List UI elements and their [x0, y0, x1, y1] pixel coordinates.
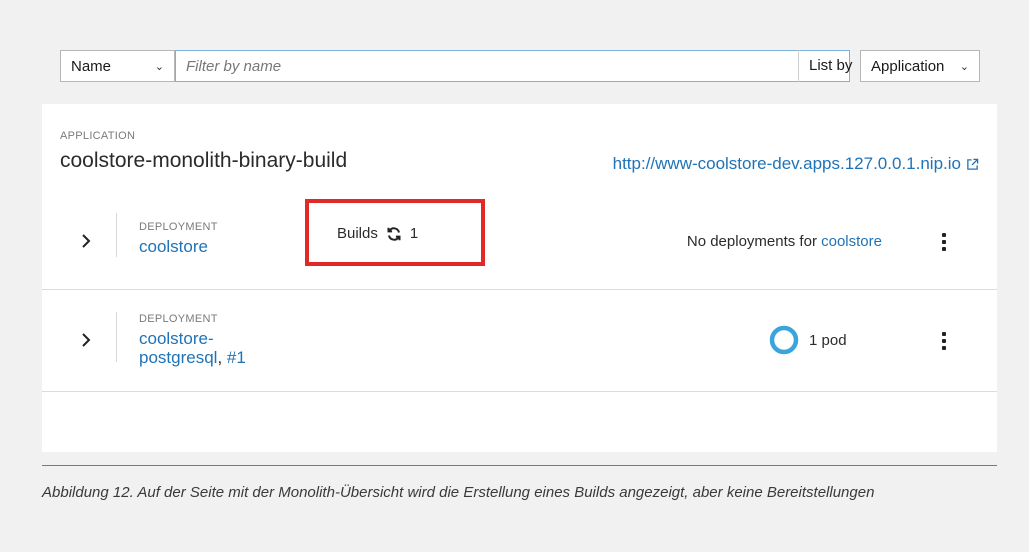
deployment-row-coolstore: DEPLOYMENT coolstore Builds 1 No deploym… — [42, 199, 997, 289]
builds-count: 1 — [409, 225, 419, 242]
external-link-icon — [967, 158, 979, 170]
row-separator — [116, 213, 117, 257]
row-separator — [116, 312, 117, 362]
application-url-text: http://www-coolstore-dev.apps.127.0.0.1.… — [612, 154, 961, 173]
deployment-name-link[interactable]: coolstore — [139, 237, 208, 256]
kebab-icon[interactable] — [941, 233, 947, 251]
pod-donut-icon — [769, 325, 799, 355]
pod-status[interactable]: 1 pod — [769, 325, 847, 355]
sync-icon — [387, 226, 401, 241]
deployment-status: No deployments for coolstore — [687, 233, 882, 250]
builds-indicator[interactable]: Builds 1 — [337, 225, 418, 242]
filter-input[interactable] — [175, 50, 850, 82]
caption-rule — [42, 465, 997, 466]
toolbar-divider — [798, 50, 799, 82]
deployment-name-link[interactable]: coolstore- — [139, 329, 214, 348]
pod-count: 1 pod — [809, 331, 847, 349]
deployment-status-text: No deployments for — [686, 233, 817, 250]
application-kicker: APPLICATION — [60, 130, 136, 142]
deployment-kicker: DEPLOYMENT — [139, 221, 218, 233]
deployment-status-link[interactable]: coolstore — [821, 233, 882, 250]
chevron-down-icon: ⌄ — [959, 60, 969, 73]
list-by-select[interactable]: Application ⌄ — [860, 50, 980, 82]
application-url-link[interactable]: http://www-coolstore-dev.apps.127.0.0.1.… — [613, 154, 979, 174]
chevron-right-icon[interactable] — [78, 332, 94, 348]
chevron-down-icon: ⌄ — [154, 60, 164, 73]
list-by-label: List by — [809, 57, 853, 74]
application-name: coolstore-monolith-binary-build — [60, 149, 348, 172]
deployment-revision-link[interactable]: #1 — [227, 348, 246, 367]
application-panel: APPLICATION coolstore-monolith-binary-bu… — [42, 104, 997, 452]
deployment-name-link-line2[interactable]: postgresql — [139, 348, 217, 367]
row-divider — [42, 391, 997, 392]
deployment-row-postgresql: DEPLOYMENT coolstore- postgresql, #1 1 p… — [42, 290, 997, 390]
figure-caption: Abbildung 12. Auf der Seite mit der Mono… — [42, 484, 875, 501]
filter-toolbar: Name ⌄ List by Application ⌄ — [60, 50, 980, 84]
filter-type-select[interactable]: Name ⌄ — [60, 50, 175, 82]
builds-label: Builds — [337, 225, 378, 242]
deployment-name: coolstore- postgresql, #1 — [139, 329, 246, 367]
deployment-kicker: DEPLOYMENT — [139, 313, 218, 325]
chevron-right-icon[interactable] — [78, 233, 94, 249]
kebab-icon[interactable] — [941, 332, 947, 350]
builds-highlight-box: Builds 1 — [305, 199, 485, 266]
list-by-value: Application — [871, 57, 945, 75]
filter-type-value: Name — [71, 57, 112, 75]
